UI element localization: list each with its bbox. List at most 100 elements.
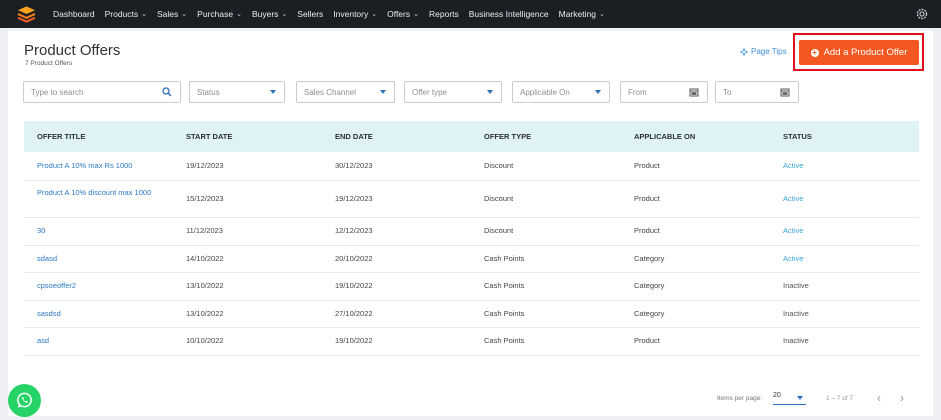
cell-status: Active xyxy=(783,194,804,203)
top-navbar: Dashboard Products ⌄ Sales ⌄ Purchase ⌄ Buyers ⌄… xyxy=(0,0,941,28)
search-icon[interactable] xyxy=(162,87,172,97)
table-header: OFFER TITLE START DATE END DATE OFFER TY… xyxy=(24,121,919,152)
chevron-down-icon: ⌄ xyxy=(371,11,378,18)
from-date-field[interactable]: From xyxy=(620,81,708,103)
cell-offer-title[interactable]: sdasd xyxy=(37,254,57,263)
search-input[interactable]: Type to search xyxy=(23,81,181,103)
cell-offer-title[interactable]: sasdsd xyxy=(37,309,61,318)
plus-icon: + xyxy=(810,47,819,57)
nav-item-reports[interactable]: Reports xyxy=(429,9,459,19)
chevron-down-icon xyxy=(797,396,803,400)
items-per-page-select[interactable]: 20 xyxy=(773,392,806,405)
nav-item-label: Sales xyxy=(157,9,179,19)
whatsapp-chat-button[interactable] xyxy=(8,384,41,417)
chevron-down-icon xyxy=(270,90,276,94)
pagination-range: 1 – 7 of 7 xyxy=(826,395,854,402)
chevron-down-icon xyxy=(595,90,601,94)
cell-applicable-on: Product xyxy=(634,336,660,345)
search-placeholder: Type to search xyxy=(31,87,84,97)
column-header-applicable-on: APPLICABLE ON xyxy=(634,132,696,141)
to-date-label: To xyxy=(723,87,732,97)
calendar-icon[interactable] xyxy=(780,87,790,97)
chevron-down-icon: ⌄ xyxy=(181,11,188,18)
add-product-offer-label: Add a Product Offer xyxy=(823,47,908,58)
cell-applicable-on: Product xyxy=(634,161,660,170)
nav-item-purchase[interactable]: Purchase ⌄ xyxy=(197,9,242,19)
previous-page-button[interactable]: ‹ xyxy=(877,391,881,405)
offer-type-filter[interactable]: Offer type xyxy=(404,81,502,103)
next-page-button[interactable]: › xyxy=(900,391,904,405)
offer-type-filter-label: Offer type xyxy=(412,87,447,97)
cell-start-date: 11/12/2023 xyxy=(186,226,223,235)
applicable-on-filter-label: Applicable On xyxy=(520,87,570,97)
page-title: Product Offers xyxy=(24,42,121,59)
cell-applicable-on: Category xyxy=(634,281,665,290)
to-date-field[interactable]: To xyxy=(715,81,799,103)
applicable-on-filter[interactable]: Applicable On xyxy=(512,81,610,103)
nav-item-dashboard[interactable]: Dashboard xyxy=(53,9,95,19)
cell-offer-type: Discount xyxy=(484,194,514,203)
nav-item-label: Business Intelligence xyxy=(468,9,549,19)
page-tips-label: Page Tips xyxy=(751,47,787,56)
chevron-down-icon: ⌄ xyxy=(281,11,288,18)
table-row[interactable]: sasdsd 13/10/2022 27/10/2022 Cash Points Cat… xyxy=(24,300,919,328)
nav-menu: Dashboard Products ⌄ Sales ⌄ Purchase ⌄ Buyers ⌄… xyxy=(53,0,615,28)
cell-start-date: 14/10/2022 xyxy=(186,254,224,263)
nav-item-label: Reports xyxy=(429,9,459,19)
lightbulb-icon xyxy=(740,47,748,56)
add-product-offer-button[interactable]: + Add a Product Offer xyxy=(799,40,919,65)
chevron-down-icon: ⌄ xyxy=(413,11,419,18)
cell-offer-type: Cash Points xyxy=(484,309,525,318)
cell-status: Inactive xyxy=(783,336,809,345)
cell-start-date: 19/12/2023 xyxy=(186,161,224,170)
cell-offer-title[interactable]: cpsoeoffer2 xyxy=(37,281,76,290)
nav-item-buyers[interactable]: Buyers ⌄ xyxy=(252,9,287,19)
status-filter[interactable]: Status xyxy=(189,81,285,103)
cell-offer-title[interactable]: 30 xyxy=(37,226,45,235)
chevron-down-icon: ⌄ xyxy=(236,11,242,18)
nav-item-inventory[interactable]: Inventory ⌄ xyxy=(333,9,377,19)
table-row[interactable]: Product A 10% discount max 1000 15/12/202… xyxy=(24,180,919,218)
cell-end-date: 30/12/2023 xyxy=(335,161,373,170)
cell-offer-title[interactable]: Product A 10% max Rs 1000 xyxy=(37,161,132,170)
chevron-down-icon: ⌄ xyxy=(141,11,148,18)
status-filter-label: Status xyxy=(197,87,220,97)
cell-applicable-on: Product xyxy=(634,226,660,235)
sales-channel-filter[interactable]: Sales Channel xyxy=(296,81,395,103)
cell-applicable-on: Category xyxy=(634,254,665,263)
nav-item-business-intelligence[interactable]: Business Intelligence xyxy=(469,9,549,19)
table-row[interactable]: 30 11/12/2023 12/12/2023 Discount Product Act… xyxy=(24,217,919,246)
cell-end-date: 19/10/2022 xyxy=(335,336,373,345)
product-offers-card: Product Offers 7 Product Offers Page Tip… xyxy=(8,31,933,416)
nav-item-label: Offers xyxy=(387,9,411,19)
column-header-status: STATUS xyxy=(783,132,812,141)
chevron-down-icon: ⌄ xyxy=(598,11,605,18)
table-row[interactable]: Product A 10% max Rs 1000 19/12/2023 30/12… xyxy=(24,152,919,181)
page-tips-link[interactable]: Page Tips xyxy=(740,47,787,56)
page-subtitle: 7 Product Offers xyxy=(25,60,73,67)
cell-end-date: 27/10/2022 xyxy=(335,309,373,318)
cell-offer-title[interactable]: Product A 10% discount max 1000 xyxy=(37,188,162,198)
table-row[interactable]: cpsoeoffer2 13/10/2022 19/10/2022 Cash Poin… xyxy=(24,272,919,301)
nav-item-sellers[interactable]: Sellers xyxy=(297,9,323,19)
items-per-page-value: 20 xyxy=(773,392,781,399)
cell-offer-title[interactable]: asd xyxy=(37,336,49,345)
calendar-icon[interactable] xyxy=(689,87,699,97)
cell-end-date: 19/10/2022 xyxy=(335,281,373,290)
app-logo-icon[interactable] xyxy=(17,5,36,23)
cell-applicable-on: Category xyxy=(634,309,665,318)
nav-item-label: Products xyxy=(104,9,139,19)
table-row[interactable]: sdasd 14/10/2022 20/10/2022 Cash Points Cate… xyxy=(24,245,919,273)
column-header-offer-type: OFFER TYPE xyxy=(484,132,532,141)
whatsapp-icon xyxy=(17,392,32,408)
from-date-label: From xyxy=(628,87,647,97)
nav-item-offers[interactable]: Offers ⌄ xyxy=(387,9,419,19)
table-row[interactable]: asd 10/10/2022 19/10/2022 Cash Points Produc… xyxy=(24,327,919,356)
nav-item-sales[interactable]: Sales ⌄ xyxy=(157,9,187,19)
cell-start-date: 13/10/2022 xyxy=(186,281,224,290)
nav-item-marketing[interactable]: Marketing ⌄ xyxy=(559,9,605,19)
nav-item-products[interactable]: Products ⌄ xyxy=(105,9,147,19)
cell-offer-type: Discount xyxy=(484,226,514,235)
sales-channel-filter-label: Sales Channel xyxy=(304,87,357,97)
gear-icon[interactable] xyxy=(915,7,929,21)
